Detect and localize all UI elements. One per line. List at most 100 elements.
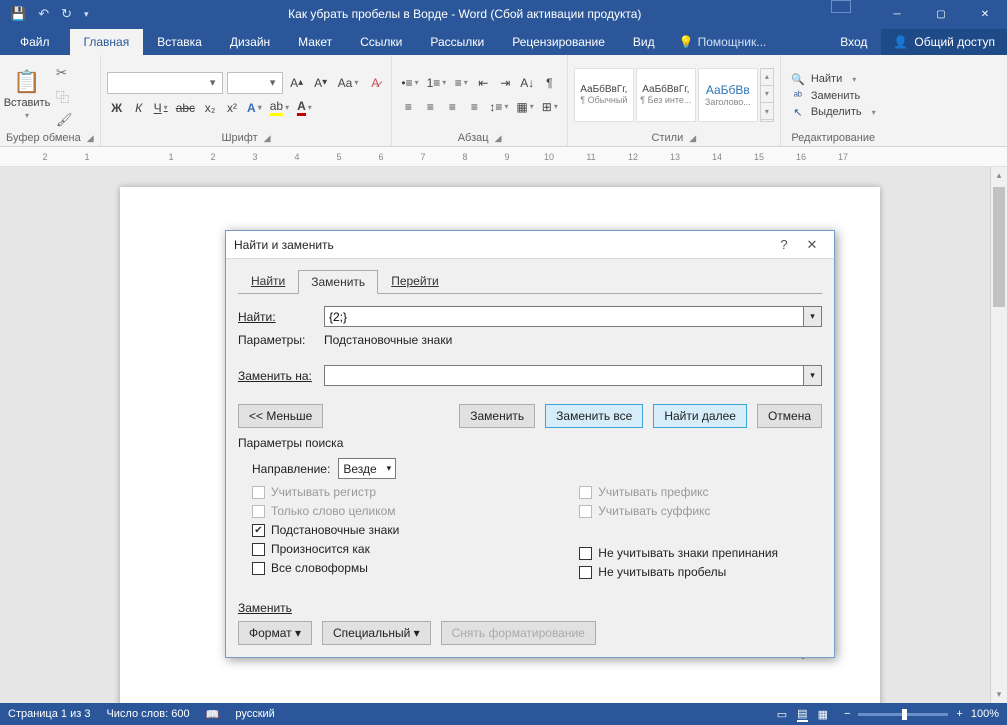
- sounds-like-checkbox[interactable]: Произносится как: [252, 542, 399, 556]
- highlight-icon[interactable]: ab▾: [267, 98, 292, 118]
- outdent-icon[interactable]: ⇤: [473, 73, 493, 93]
- multilevel-icon[interactable]: ≡▾: [451, 73, 471, 93]
- zoom-slider[interactable]: [858, 713, 948, 716]
- tab-references[interactable]: Ссылки: [346, 29, 416, 55]
- style-heading[interactable]: АаБбВвЗаголово...: [698, 68, 758, 122]
- ignore-space-checkbox[interactable]: Не учитывать пробелы: [579, 565, 778, 579]
- read-mode-icon[interactable]: ▭: [777, 708, 787, 721]
- find-button[interactable]: 🔍Найти▾: [787, 72, 880, 87]
- text-effects-icon[interactable]: A▾: [244, 98, 265, 118]
- direction-select[interactable]: Везде▾: [338, 458, 396, 479]
- format-button[interactable]: Формат ▾: [238, 621, 312, 645]
- special-button[interactable]: Специальный ▾: [322, 621, 431, 645]
- horizontal-ruler[interactable]: 211234567891011121314151617: [0, 147, 1007, 167]
- styles-scroll[interactable]: ▴▾▾: [760, 68, 774, 122]
- bold-button[interactable]: Ж: [107, 98, 127, 118]
- sort-icon[interactable]: A↓: [517, 73, 537, 93]
- web-layout-icon[interactable]: ▦: [818, 708, 828, 721]
- dialog-close-button[interactable]: ✕: [798, 237, 826, 253]
- replace-input[interactable]: [324, 365, 804, 386]
- font-size-combo[interactable]: ▾: [227, 72, 283, 94]
- dialog-tab-find[interactable]: Найти: [238, 269, 298, 293]
- pilcrow-icon[interactable]: ¶: [539, 73, 559, 93]
- cancel-button[interactable]: Отмена: [757, 404, 822, 428]
- select-button[interactable]: ↖Выделить▾: [787, 105, 880, 120]
- clear-format-icon[interactable]: A̷: [365, 73, 385, 93]
- zoom-level[interactable]: 100%: [971, 708, 999, 720]
- style-normal[interactable]: АаБбВвГг,¶ Обычный: [574, 68, 634, 122]
- find-next-button[interactable]: Найти далее: [653, 404, 747, 428]
- find-input[interactable]: [324, 306, 804, 327]
- align-left-icon[interactable]: ≡: [398, 97, 418, 117]
- underline-button[interactable]: Ч▾: [151, 98, 171, 118]
- tab-view[interactable]: Вид: [619, 29, 669, 55]
- launcher-icon[interactable]: ◢: [264, 133, 271, 144]
- scroll-up-icon[interactable]: ▴: [991, 167, 1007, 184]
- launcher-icon[interactable]: ◢: [689, 133, 696, 144]
- wildcards-checkbox[interactable]: ✔Подстановочные знаки: [252, 523, 399, 537]
- replace-button[interactable]: ᵃᵇЗаменить: [787, 89, 880, 103]
- word-forms-checkbox[interactable]: Все словоформы: [252, 561, 399, 575]
- signin-button[interactable]: Вход: [826, 29, 881, 55]
- strike-button[interactable]: abc: [173, 98, 198, 118]
- format-painter-icon[interactable]: 🖌: [56, 112, 73, 128]
- tell-me[interactable]: 💡Помощник...: [669, 29, 777, 55]
- italic-button[interactable]: К: [129, 98, 149, 118]
- copy-icon[interactable]: ⿻: [56, 87, 73, 106]
- share-button[interactable]: 👤Общий доступ: [881, 29, 1007, 55]
- font-color-icon[interactable]: A▾: [294, 98, 315, 118]
- tab-file[interactable]: Файл: [0, 29, 70, 55]
- save-icon[interactable]: 💾: [10, 6, 26, 22]
- scroll-thumb[interactable]: [993, 187, 1005, 307]
- subscript-button[interactable]: x₂: [200, 98, 220, 118]
- shading-icon[interactable]: ▦▾: [513, 97, 536, 117]
- ignore-punct-checkbox[interactable]: Не учитывать знаки препинания: [579, 546, 778, 560]
- redo-icon[interactable]: ↻: [61, 6, 72, 22]
- minimize-button[interactable]: ─: [875, 0, 919, 28]
- justify-icon[interactable]: ≡: [464, 97, 484, 117]
- maximize-button[interactable]: ▢: [919, 0, 963, 28]
- spellcheck-icon[interactable]: 📖: [206, 708, 220, 721]
- grow-font-icon[interactable]: A▴: [287, 73, 307, 93]
- find-history-dropdown[interactable]: ▾: [804, 306, 822, 327]
- tab-layout[interactable]: Макет: [284, 29, 346, 55]
- replace-all-button[interactable]: Заменить все: [545, 404, 643, 428]
- line-spacing-icon[interactable]: ↕≡▾: [486, 97, 511, 117]
- undo-icon[interactable]: ↶: [38, 6, 49, 22]
- align-center-icon[interactable]: ≡: [420, 97, 440, 117]
- numbering-icon[interactable]: 1≡▾: [424, 73, 450, 93]
- close-button[interactable]: ✕: [963, 0, 1007, 28]
- zoom-out-button[interactable]: −: [844, 708, 850, 720]
- paste-button[interactable]: 📋 Вставить ▾: [6, 69, 48, 120]
- cut-icon[interactable]: ✂: [56, 65, 73, 81]
- style-nospace[interactable]: АаБбВвГг,¶ Без инте...: [636, 68, 696, 122]
- dialog-tab-replace[interactable]: Заменить: [298, 270, 378, 294]
- ribbon-display-icon[interactable]: [831, 0, 851, 13]
- tab-review[interactable]: Рецензирование: [498, 29, 619, 55]
- status-language[interactable]: русский: [235, 708, 274, 720]
- less-button[interactable]: << Меньше: [238, 404, 323, 428]
- align-right-icon[interactable]: ≡: [442, 97, 462, 117]
- replace-history-dropdown[interactable]: ▾: [804, 365, 822, 386]
- tab-insert[interactable]: Вставка: [143, 29, 216, 55]
- indent-icon[interactable]: ⇥: [495, 73, 515, 93]
- replace-one-button[interactable]: Заменить: [459, 404, 535, 428]
- change-case-icon[interactable]: Aa▾: [335, 73, 362, 93]
- launcher-icon[interactable]: ◢: [495, 133, 502, 144]
- zoom-in-button[interactable]: +: [956, 708, 962, 720]
- launcher-icon[interactable]: ◢: [87, 133, 94, 144]
- qat-customize-icon[interactable]: ▾: [84, 9, 89, 20]
- print-layout-icon[interactable]: ▤: [797, 707, 807, 722]
- scroll-down-icon[interactable]: ▾: [991, 686, 1007, 703]
- font-name-combo[interactable]: ▾: [107, 72, 223, 94]
- status-words[interactable]: Число слов: 600: [106, 708, 189, 720]
- tab-home[interactable]: Главная: [70, 29, 144, 55]
- superscript-button[interactable]: x²: [222, 98, 242, 118]
- vertical-scrollbar[interactable]: ▴ ▾: [990, 167, 1007, 703]
- tab-design[interactable]: Дизайн: [216, 29, 284, 55]
- bullets-icon[interactable]: •≡▾: [398, 73, 421, 93]
- borders-icon[interactable]: ⊞▾: [539, 97, 561, 117]
- dialog-tab-goto[interactable]: Перейти: [378, 269, 452, 293]
- status-page[interactable]: Страница 1 из 3: [8, 708, 90, 720]
- shrink-font-icon[interactable]: A▾: [311, 73, 331, 93]
